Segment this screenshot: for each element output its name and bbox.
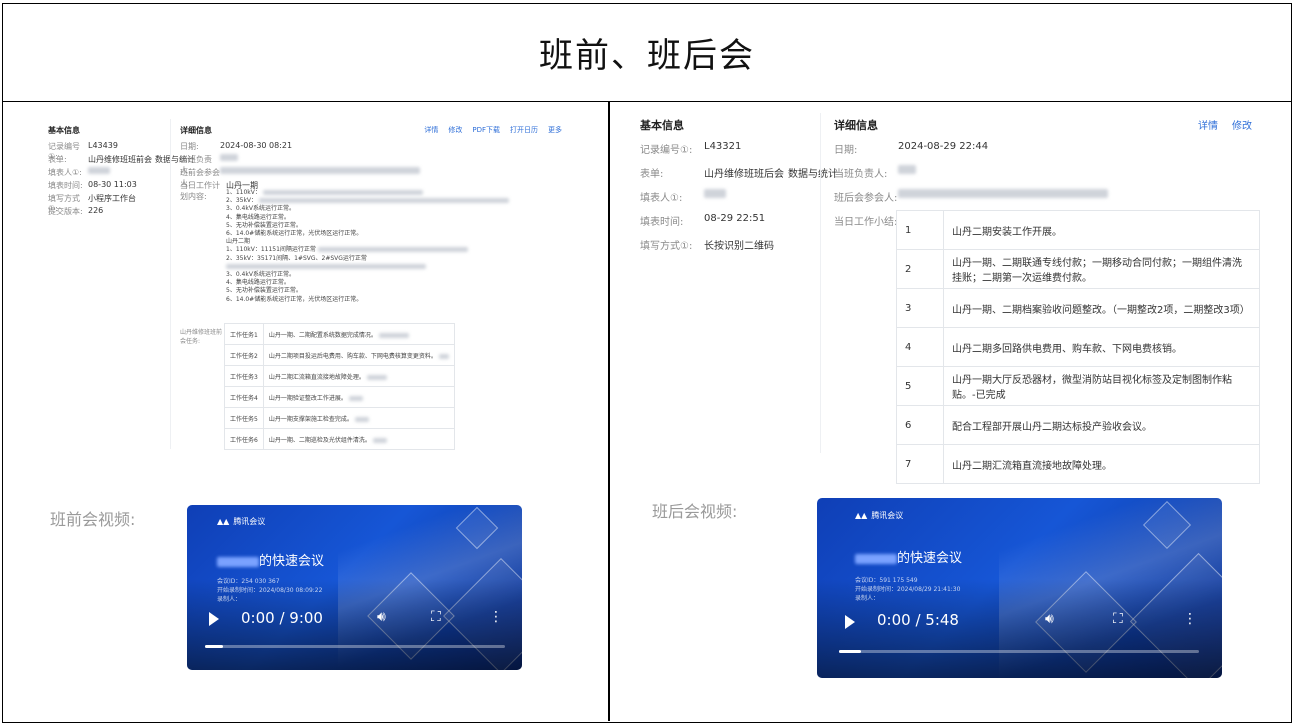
detail-info-title: 详细信息: [834, 119, 878, 132]
pre-shift-video-label: 班前会视频:: [50, 510, 136, 529]
basic-info-title: 基本信息: [48, 126, 80, 135]
field-work-summary: 当日工作小结:: [834, 217, 898, 228]
table-row: 5 山丹一期大厅反恐器材，微型消防站目视化标签及定制图制作粘贴。-已完成: [896, 366, 1260, 406]
detail-link[interactable]: 详情: [1198, 117, 1218, 132]
list-item: 1、110kV：11151间隔运行正常: [226, 246, 566, 254]
brand-logo: ▲▲ 腾讯会议: [217, 517, 266, 526]
table-row: 工作任务2 山丹二期项目投运后电费用、购车款、下网电费核算变更资料。: [224, 344, 455, 366]
pre-shift-video-player[interactable]: ▲▲ 腾讯会议 的快速会议 会议ID：254 030 367 开始录制时间：20…: [187, 505, 522, 670]
volume-icon[interactable]: 🔊︎: [377, 609, 386, 625]
pdf-download-link[interactable]: PDF下载: [472, 125, 500, 135]
redacted-text: [217, 556, 259, 567]
play-icon[interactable]: [845, 615, 855, 629]
stats-link[interactable]: 数据与统计: [788, 165, 838, 180]
redacted-text: [220, 154, 238, 161]
redacted-text: [88, 167, 110, 174]
field-filler: 填表人①:: [640, 189, 726, 204]
field-form: 表单: 山丹维修班班前会 数据与统计: [48, 155, 195, 164]
list-item: 3、0.4kV系统运行正常。: [226, 205, 295, 213]
table-row: 1 山丹二期安装工作开展。: [896, 210, 1260, 250]
field-date: 日期: 2024-08-30 08:21: [180, 141, 293, 151]
post-shift-video-player[interactable]: ▲▲ 腾讯会议 的快速会议 会议ID：591 175 549 开始录制时间：20…: [817, 498, 1222, 678]
more-options-icon[interactable]: ⋮: [1183, 611, 1197, 627]
table-row: 工作任务5 山丹一期支撑架施工检查完成。: [224, 407, 455, 429]
list-item: 1、110kV：: [226, 189, 566, 197]
more-options-icon[interactable]: ⋮: [489, 609, 503, 625]
brand-logo: ▲▲ 腾讯会议: [855, 511, 904, 520]
redacted-text: [898, 165, 916, 174]
meeting-title: 的快速会议: [217, 550, 324, 569]
meeting-logo-icon: ▲▲: [217, 517, 230, 526]
meeting-logo-icon: ▲▲: [855, 511, 868, 520]
record-actions: 详情 修改 PDF下载 打开日历 更多: [424, 125, 562, 135]
field-tasks-label: 山丹维修班班前会任务:: [180, 329, 223, 345]
title-row: 班前、班后会: [3, 4, 1291, 102]
basic-info-title: 基本信息: [640, 119, 684, 132]
pre-shift-task-table: 工作任务1 山丹一期、二期配置系统数据完成情况。 工作任务2 山丹二期项目投运后电费…: [224, 323, 455, 450]
list-item: 5、无功补偿装置运行正常。: [226, 221, 302, 229]
meeting-title: 的快速会议: [855, 547, 962, 566]
redacted-text: [898, 189, 1108, 198]
field-fill-method: 填写方式①: 长按识别二维码: [640, 241, 774, 252]
field-filler: 填表人①:: [48, 167, 110, 178]
panel-separator: [170, 119, 171, 449]
field-date: 日期: 2024-08-29 22:44: [834, 141, 989, 156]
list-item: 6、14.0#储能系统运行正常，光伏场区运行正常。: [226, 295, 363, 303]
page-title: 班前、班后会: [539, 36, 755, 76]
redacted-text: [220, 167, 420, 174]
volume-icon[interactable]: 🔊︎: [1045, 611, 1054, 627]
progress-fill: [205, 645, 223, 648]
table-row: 6 配合工程部开展山丹二期达标投产验收会议。: [896, 405, 1260, 445]
progress-bar[interactable]: [839, 650, 1199, 653]
field-shift-leader: 当班负责人:: [834, 165, 916, 180]
fullscreen-icon[interactable]: ⛶: [431, 609, 441, 625]
table-row: 2 山丹一期、二期联通专线付款；一期移动合同付款；一期组件清洗挂账；二期第一次运维…: [896, 249, 1260, 289]
list-item: 5、无功补偿装置运行正常。: [226, 287, 302, 295]
field-fill-time: 填表时间: 08-29 22:51: [640, 213, 766, 228]
table-row: 工作任务3 山丹二期汇流箱直流接地故障处理。: [224, 365, 455, 387]
fullscreen-icon[interactable]: ⛶: [1113, 611, 1123, 627]
meeting-meta: 会议ID：591 175 549 开始录制时间：2024/08/29 21:41…: [855, 577, 961, 602]
progress-bar[interactable]: [205, 645, 505, 648]
list-item: 4、集电线路运行正常。: [226, 213, 290, 221]
column-divider: [608, 101, 610, 721]
redacted-text: [855, 553, 897, 564]
field-fill-time: 填表时间: 08-30 11:03: [48, 180, 137, 190]
play-icon[interactable]: [209, 612, 219, 626]
pre-shift-record-panel: 基本信息 记录编号①: L43439 表单: 山丹维修班班前会 数据与统计 填表…: [22, 105, 592, 455]
table-row: 工作任务1 山丹一期、二期配置系统数据完成情况。: [224, 323, 455, 345]
list-item: 6、14.0#储能系统运行正常，光伏场区运行正常。: [226, 230, 363, 238]
table-row: 工作任务4 山丹一期验证整改工作进展。: [224, 386, 455, 408]
edit-link[interactable]: 修改: [448, 125, 462, 135]
field-version: 提交版本: 226: [48, 206, 104, 216]
video-time: 0:00 / 9:00: [241, 609, 323, 627]
redacted-text: [704, 189, 726, 198]
table-row: 3 山丹一期、二期档案验收问题整改。（一期整改2项，二期整改3项）: [896, 288, 1260, 328]
record-actions: 详情 修改: [1198, 117, 1252, 132]
table-row: 7 山丹二期汇流箱直流接地故障处理。: [896, 444, 1260, 484]
detail-link[interactable]: 详情: [424, 125, 438, 135]
open-calendar-link[interactable]: 打开日历: [510, 125, 538, 135]
plan-list: 1、110kV： 2、35kV： 3、0.4kV系统运行正常。 4、集电线路运行…: [226, 189, 566, 304]
table-row: 工作任务6 山丹一期、二期巡检及光伏组件清洗。: [224, 428, 455, 450]
meeting-meta: 会议ID：254 030 367 开始录制时间：2024/08/30 08:09…: [217, 578, 323, 603]
progress-fill: [839, 650, 861, 653]
list-item: 2、35kV：35171间隔、1#SVG、2#SVG运行正常: [226, 255, 566, 271]
list-item: 3、0.4kV系统运行正常。: [226, 271, 295, 279]
edit-link[interactable]: 修改: [1232, 117, 1252, 132]
table-row: 4 山丹二期多回路供电费用、购车款、下网电费核销。: [896, 327, 1260, 367]
panel-separator: [820, 113, 821, 453]
field-record-no: 记录编号①: L43321: [640, 141, 742, 156]
field-attendees: 班后会参会人:: [834, 189, 1108, 204]
detail-info-title: 详细信息: [180, 126, 212, 135]
post-shift-record-panel: 基本信息 记录编号①: L43321 表单: 山丹维修班班后会 数据与统计 填表…: [630, 105, 1260, 484]
work-summary-table: 1 山丹二期安装工作开展。 2 山丹一期、二期联通专线付款；一期移动合同付款；一期组…: [896, 210, 1260, 484]
more-link[interactable]: 更多: [548, 125, 562, 135]
post-shift-video-label: 班后会视频:: [652, 502, 738, 521]
field-form: 表单: 山丹维修班班后会 数据与统计: [640, 165, 838, 180]
video-time: 0:00 / 5:48: [877, 611, 959, 629]
